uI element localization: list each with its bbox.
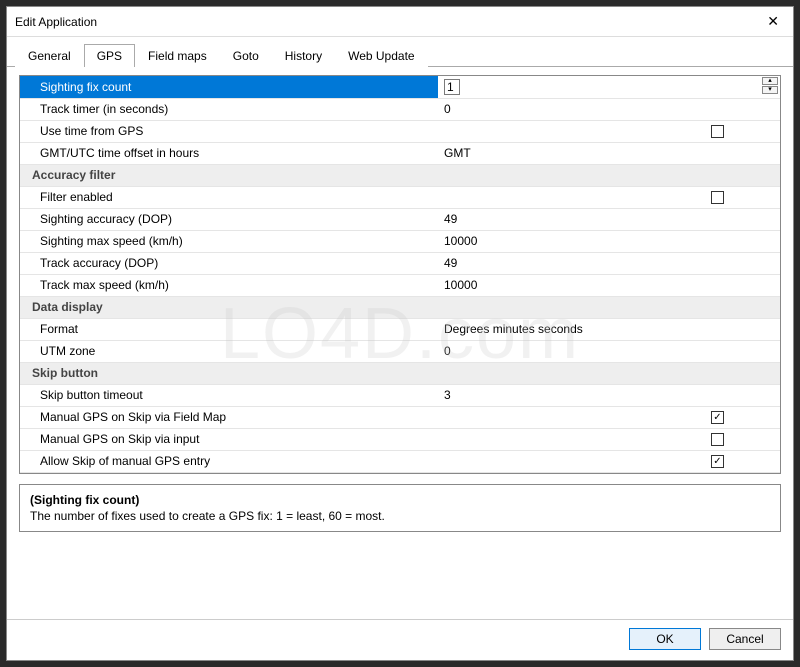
checkbox[interactable] (711, 455, 724, 468)
tab-general[interactable]: General (15, 44, 84, 67)
property-value[interactable]: Degrees minutes seconds (444, 322, 583, 336)
ok-button[interactable]: OK (629, 628, 701, 650)
tab-goto[interactable]: Goto (220, 44, 272, 67)
property-value-cell[interactable]: 10000 (438, 230, 780, 252)
property-label[interactable]: Sighting max speed (km/h) (20, 230, 438, 252)
checkbox[interactable] (711, 125, 724, 138)
property-label[interactable]: Filter enabled (20, 186, 438, 208)
property-value-cell[interactable]: Degrees minutes seconds (438, 318, 780, 340)
checkbox[interactable] (711, 433, 724, 446)
help-panel: (Sighting fix count) The number of fixes… (19, 484, 781, 532)
help-body: The number of fixes used to create a GPS… (30, 509, 770, 523)
property-label[interactable]: GMT/UTC time offset in hours (20, 142, 438, 164)
property-label[interactable]: Use time from GPS (20, 120, 438, 142)
property-value[interactable]: 3 (444, 388, 451, 402)
property-value-cell[interactable] (438, 450, 780, 472)
property-label[interactable]: UTM zone (20, 340, 438, 362)
property-grid: Sighting fix count 1 ▴▾ Track timer (in sec… (19, 75, 781, 474)
property-value-cell[interactable]: 1 ▴▾ (438, 76, 780, 98)
property-label[interactable]: Track max speed (km/h) (20, 274, 438, 296)
property-label[interactable]: Skip button timeout (20, 384, 438, 406)
tab-strip: GeneralGPSField mapsGotoHistoryWeb Updat… (7, 37, 793, 67)
property-value-cell[interactable]: GMT (438, 142, 780, 164)
tab-gps[interactable]: GPS (84, 44, 135, 67)
checkbox[interactable] (711, 191, 724, 204)
property-value-cell[interactable]: 10000 (438, 274, 780, 296)
property-value[interactable]: 10000 (444, 278, 477, 292)
tab-history[interactable]: History (272, 44, 335, 67)
window-title: Edit Application (15, 15, 761, 29)
property-value[interactable]: 0 (444, 344, 451, 358)
tab-web-update[interactable]: Web Update (335, 44, 428, 67)
property-value-cell[interactable]: 3 (438, 384, 780, 406)
checkbox[interactable] (711, 411, 724, 424)
property-label[interactable]: Track accuracy (DOP) (20, 252, 438, 274)
section-header: Skip button (20, 362, 780, 384)
help-title: (Sighting fix count) (30, 493, 770, 507)
dialog-window: Edit Application ✕ GeneralGPSField mapsG… (6, 6, 794, 661)
tab-content: Sighting fix count 1 ▴▾ Track timer (in sec… (7, 67, 793, 611)
property-label[interactable]: Manual GPS on Skip via input (20, 428, 438, 450)
property-label[interactable]: Allow Skip of manual GPS entry (20, 450, 438, 472)
property-value-cell[interactable] (438, 186, 780, 208)
titlebar: Edit Application ✕ (7, 7, 793, 37)
property-value-cell[interactable]: 49 (438, 208, 780, 230)
property-value[interactable]: 1 (444, 79, 460, 95)
property-value[interactable]: 0 (444, 102, 451, 116)
property-value[interactable]: 49 (444, 212, 457, 226)
property-label[interactable]: Format (20, 318, 438, 340)
property-value-cell[interactable]: 0 (438, 340, 780, 362)
property-label[interactable]: Manual GPS on Skip via Field Map (20, 406, 438, 428)
property-value-cell[interactable] (438, 406, 780, 428)
property-value-cell[interactable]: 0 (438, 98, 780, 120)
property-value[interactable]: 49 (444, 256, 457, 270)
spinner[interactable]: ▴▾ (762, 77, 778, 94)
property-label[interactable]: Sighting fix count (20, 76, 438, 98)
cancel-button[interactable]: Cancel (709, 628, 781, 650)
spinner-up-icon[interactable]: ▴ (762, 77, 778, 85)
property-value-cell[interactable] (438, 428, 780, 450)
property-label[interactable]: Sighting accuracy (DOP) (20, 208, 438, 230)
spinner-down-icon[interactable]: ▾ (762, 86, 778, 94)
property-value-cell[interactable]: 49 (438, 252, 780, 274)
section-header: Data display (20, 296, 780, 318)
section-header: Accuracy filter (20, 164, 780, 186)
property-value-cell[interactable] (438, 120, 780, 142)
property-label[interactable]: Track timer (in seconds) (20, 98, 438, 120)
property-value[interactable]: GMT (444, 146, 471, 160)
dialog-footer: OK Cancel (7, 619, 793, 660)
property-value[interactable]: 10000 (444, 234, 477, 248)
close-icon[interactable]: ✕ (761, 11, 785, 32)
tab-field-maps[interactable]: Field maps (135, 44, 220, 67)
